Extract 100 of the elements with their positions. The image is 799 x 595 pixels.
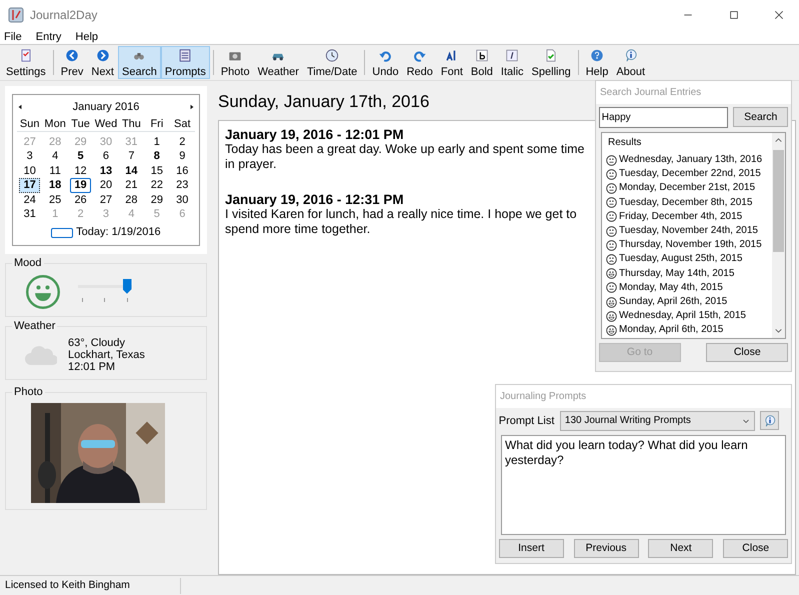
toolbar-button[interactable]: Spelling [528,46,575,79]
calendar-day[interactable]: 9 [172,149,193,164]
toolbar-button[interactable]: Time/Date [302,46,362,79]
bold-icon [474,49,489,62]
weather-text: Lockhart, Texas [68,348,145,361]
toolbar-button[interactable]: Prompts [160,46,210,79]
toolbar-button[interactable]: Next [87,46,118,79]
result-item[interactable]: Wednesday, January 13th, 2016 [619,152,762,168]
calendar-day[interactable]: 21 [120,178,142,192]
result-item[interactable]: Thursday, November 19th, 2015 [619,238,762,252]
calendar-day[interactable]: 1 [146,134,168,149]
weekday-label: Sun [18,118,40,131]
toolbar-button[interactable]: Bold [466,46,497,79]
entry-text: I visited Karen for lunch, had a really nice time. I hope we get to spend more time together. [225,206,578,236]
toolbar-button[interactable]: Font [436,46,467,79]
happy-face-icon [606,296,617,308]
result-item[interactable]: Thursday, May 14th, 2015 [619,266,734,281]
calendar-day[interactable]: 31 [19,207,40,222]
weekday-label: Thu [120,118,142,131]
date-heading: Sunday, January 17th, 2016 [218,91,430,113]
calendar-day[interactable]: 13 [95,164,117,178]
calendar-day[interactable]: 2 [172,134,193,149]
neutral-face-icon [606,240,617,251]
weekday-label: Wed [94,118,118,131]
info-button[interactable] [760,411,780,430]
calendar-day[interactable]: 18 [44,178,66,192]
neutral-face-icon [606,226,617,237]
search-button[interactable]: Search [733,107,788,128]
calendar-day[interactable]: 6 [95,149,117,164]
group-title: Weather [12,320,58,332]
calendar-day[interactable]: 24 [19,192,40,207]
calendar-day[interactable]: 14 [120,164,142,178]
toolbar-button[interactable]: Italic [496,46,528,79]
mood-slider[interactable] [78,278,132,305]
menu-item[interactable]: Help [75,30,98,44]
calendar-day[interactable]: 8 [146,149,168,164]
toolbar-button[interactable]: Settings [2,46,50,79]
calendar-day[interactable]: 4 [44,149,66,164]
result-item[interactable]: Monday, May 4th, 2015 [619,280,723,295]
menu-item[interactable]: File [4,30,22,44]
calendar-day[interactable]: 28 [120,192,142,207]
scroll-thumb[interactable] [773,150,784,252]
calendar-day[interactable]: 23 [172,178,193,192]
close-button[interactable]: Close [706,342,788,362]
previous-button[interactable]: Previous [574,538,639,558]
result-item[interactable]: Tuesday, December 22nd, 2015 [619,167,761,182]
calendar-day[interactable]: 10 [19,164,40,178]
calendar-day[interactable]: 20 [95,178,117,192]
insert-button[interactable]: Insert [498,538,564,558]
toolbar-button[interactable]: Help [582,46,612,79]
result-item[interactable]: Tuesday, November 24th, 2015 [619,224,758,238]
calendar-day[interactable]: 5 [70,149,92,164]
result-item[interactable]: Monday, April 6th, 2015 [619,323,724,338]
window-title: Journal2Day [30,7,98,24]
result-item[interactable]: Tuesday, August 25th, 2015 [619,252,742,267]
undo-icon [378,49,392,62]
today-link[interactable]: Today: 1/19/2016 [76,224,161,241]
calendar-day[interactable]: 25 [44,192,66,207]
calendar-day[interactable]: 11 [44,164,66,178]
result-item[interactable]: Wednesday, April 15th, 2015 [619,309,746,324]
results-list[interactable] [601,132,786,339]
toolbar-button[interactable]: Photo [216,46,254,79]
next-button[interactable]: Next [648,538,714,558]
calendar-day[interactable]: 15 [146,164,168,178]
calendar-day[interactable]: 22 [146,178,168,192]
maximize-icon[interactable] [728,9,740,21]
toolbar-button[interactable]: Redo [402,46,437,79]
toolbar-button[interactable]: Undo [368,46,403,79]
calendar-day[interactable]: 3 [19,149,40,164]
result-item[interactable]: Monday, December 21st, 2015 [619,181,756,196]
close-button[interactable]: Close [723,538,788,558]
toolbar-button[interactable]: About [612,46,650,79]
calendar-day[interactable]: 19 [70,178,92,192]
prompt-text-area[interactable]: What did you learn today? What did you learn yesterday? [501,434,786,535]
calendar-day[interactable]: 16 [172,164,193,178]
close-icon[interactable] [773,9,785,21]
calendar-day[interactable]: 27 [95,192,117,207]
prompt-list-dropdown[interactable]: 130 Journal Writing Prompts [560,410,755,431]
calendar-day[interactable]: 29 [146,192,168,207]
toolbar-button[interactable]: Search [118,46,161,79]
calendar-day[interactable]: 12 [70,164,92,178]
calendar-day[interactable]: 17 [19,178,40,192]
list-icon [178,49,192,62]
result-item[interactable]: Tuesday, December 8th, 2015 [619,196,752,210]
journal-icon [8,7,24,23]
happy-face-icon [606,310,617,322]
search-field[interactable]: Happy [598,106,728,128]
happy-face-icon [606,324,617,336]
left-arrow-icon[interactable] [17,103,23,112]
toolbar-button[interactable]: Prev [56,46,88,79]
calendar-day[interactable]: 30 [172,192,193,207]
calendar-day[interactable]: 7 [120,149,142,164]
calendar[interactable]: January 2016 Sun Mon Tue Wed Thu Fri Sat 27 28 29 30 31 1 2 3 4 5 6 7 8 9 10 11 12 13 14 15 16 17 18 19 20 21 22 23 24 25 26 27 28 29 30 31 1 2 3 4 5 6 Today: 1/19/2016 [12,94,200,246]
scrollbar[interactable] [772,132,785,338]
menu-item[interactable]: Entry [36,30,62,44]
result-item[interactable]: Friday, December 4th, 2015 [619,210,742,224]
calendar-day[interactable]: 26 [70,192,92,207]
right-arrow-icon[interactable] [188,103,195,112]
toolbar-button[interactable]: Weather [254,46,303,79]
result-item[interactable]: Sunday, April 26th, 2015 [619,294,728,310]
